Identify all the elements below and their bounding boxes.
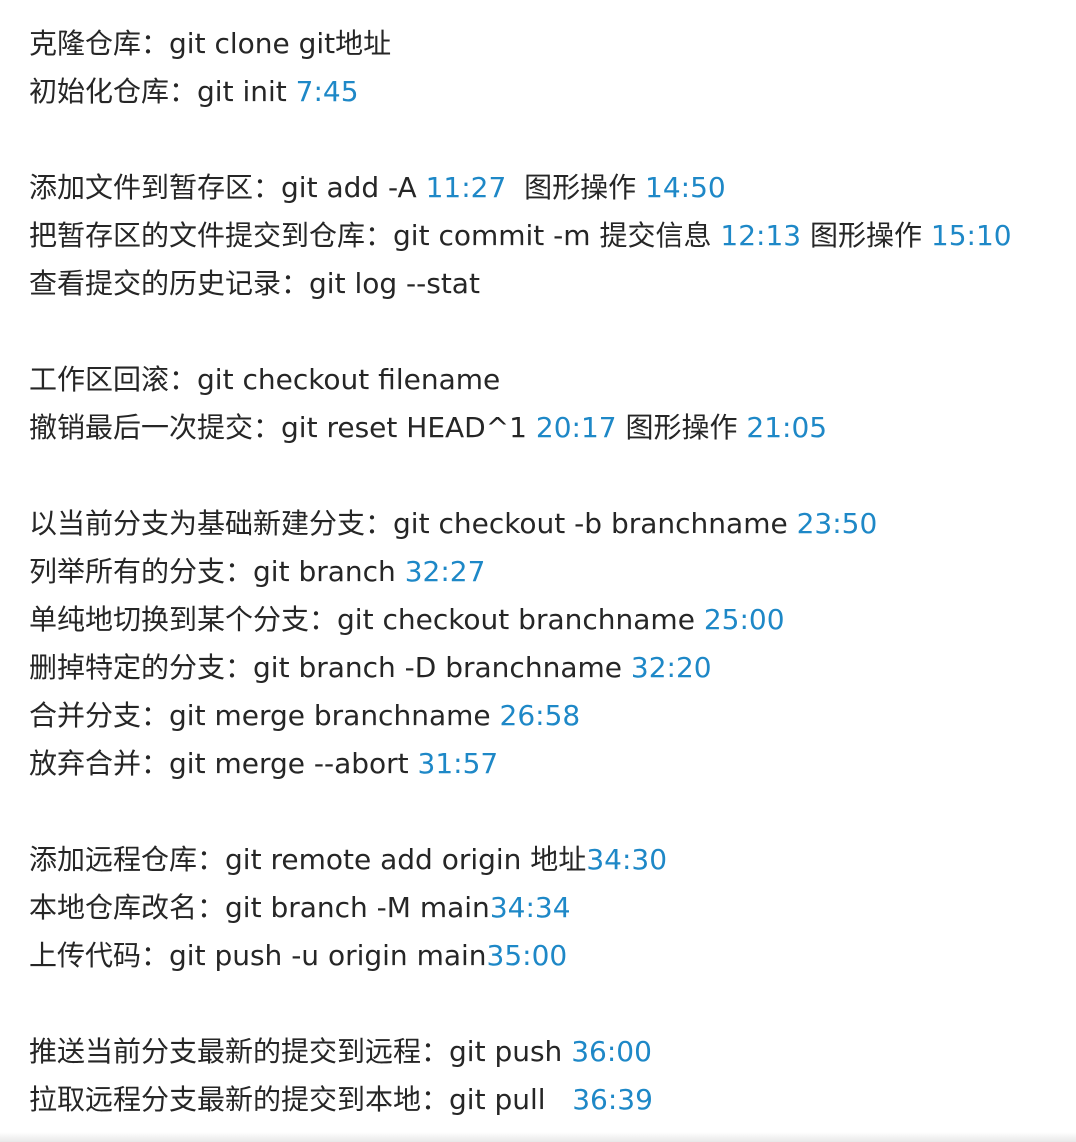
line-label: 工作区回滚： xyxy=(29,363,198,396)
note-line: 列举所有的分支：git branch 32:27 xyxy=(29,548,1069,596)
line-label: 以当前分支为基础新建分支： xyxy=(29,507,394,540)
line-label: 查看提交的历史记录： xyxy=(29,267,310,300)
note-line: 把暂存区的文件提交到仓库：git commit -m 提交信息 12:13 图形… xyxy=(29,212,1069,260)
line-command: git remote add origin 地址 xyxy=(225,843,587,876)
note-line: 查看提交的历史记录：git log --stat xyxy=(29,260,1069,308)
line-label: 添加远程仓库： xyxy=(29,843,226,876)
note-line: 放弃合并：git merge --abort 31:57 xyxy=(29,740,1069,788)
line-command: git clone git地址 xyxy=(169,27,392,60)
note-line: 单纯地切换到某个分支：git checkout branchname 25:00 xyxy=(29,596,1069,644)
note-line: 合并分支：git merge branchname 26:58 xyxy=(29,692,1069,740)
timestamp-link[interactable]: 7:45 xyxy=(296,75,359,108)
note-line: 初始化仓库：git init 7:45 xyxy=(29,68,1069,116)
line-command: git branch -D branchname xyxy=(253,651,631,684)
timestamp-link[interactable]: 32:27 xyxy=(405,555,486,588)
timestamp-link[interactable]: 32:20 xyxy=(631,651,712,684)
note-line: 工作区回滚：git checkout filename xyxy=(29,356,1069,404)
line-label: 初始化仓库： xyxy=(29,75,198,108)
line-command: git commit -m 提交信息 xyxy=(393,219,721,252)
note-line: 推送当前分支最新的提交到远程：git push 36:00 xyxy=(29,1028,1069,1076)
line-label: 删掉特定的分支： xyxy=(29,651,254,684)
timestamp-link[interactable]: 25:00 xyxy=(704,603,785,636)
line-command: git branch -M main xyxy=(225,891,490,924)
line-command: git init xyxy=(197,75,296,108)
timestamp-link[interactable]: 23:50 xyxy=(797,507,878,540)
note-line: 删掉特定的分支：git branch -D branchname 32:20 xyxy=(29,644,1069,692)
line-command: git merge branchname xyxy=(169,699,500,732)
timestamp-link[interactable]: 35:00 xyxy=(487,939,568,972)
line-label: 本地仓库改名： xyxy=(29,891,226,924)
timestamp-link[interactable]: 15:10 xyxy=(931,219,1012,252)
note-line: 撤销最后一次提交：git reset HEAD^1 20:17 图形操作 21:… xyxy=(29,404,1069,452)
note-line: 添加文件到暂存区：git add -A 11:27 图形操作 14:50 xyxy=(29,164,1069,212)
timestamp-link[interactable]: 31:57 xyxy=(418,747,499,780)
git-notes: 克隆仓库：git clone git地址 初始化仓库：git init 7:45… xyxy=(29,20,1069,1124)
timestamp-link[interactable]: 36:00 xyxy=(571,1035,652,1068)
line-label: 推送当前分支最新的提交到远程： xyxy=(29,1035,450,1068)
timestamp-link[interactable]: 26:58 xyxy=(500,699,581,732)
line-command: git add -A xyxy=(281,171,426,204)
line-command: git checkout branchname xyxy=(337,603,704,636)
line-command: git pull xyxy=(449,1083,573,1116)
line-label: 列举所有的分支： xyxy=(29,555,254,588)
line-label: 拉取远程分支最新的提交到本地： xyxy=(29,1083,450,1116)
note-line: 本地仓库改名：git branch -M main34:34 xyxy=(29,884,1069,932)
line-middle-text: 图形操作 xyxy=(801,219,931,252)
line-label: 上传代码： xyxy=(29,939,170,972)
line-command: git log --stat xyxy=(309,267,480,300)
note-line: 克隆仓库：git clone git地址 xyxy=(29,20,1069,68)
line-label: 把暂存区的文件提交到仓库： xyxy=(29,219,394,252)
line-command: git branch xyxy=(253,555,405,588)
timestamp-link[interactable]: 11:27 xyxy=(426,171,507,204)
line-middle-text: 图形操作 xyxy=(616,411,747,444)
line-label: 单纯地切换到某个分支： xyxy=(29,603,338,636)
line-label: 添加文件到暂存区： xyxy=(29,171,282,204)
line-label: 合并分支： xyxy=(29,699,170,732)
timestamp-link[interactable]: 14:50 xyxy=(645,171,726,204)
note-line: 以当前分支为基础新建分支：git checkout -b branchname … xyxy=(29,500,1069,548)
timestamp-link[interactable]: 20:17 xyxy=(536,411,617,444)
line-label: 放弃合并： xyxy=(29,747,170,780)
note-line: 添加远程仓库：git remote add origin 地址34:30 xyxy=(29,836,1069,884)
line-label: 撤销最后一次提交： xyxy=(29,411,282,444)
line-command: git merge --abort xyxy=(169,747,418,780)
line-label: 克隆仓库： xyxy=(29,27,170,60)
timestamp-link[interactable]: 12:13 xyxy=(720,219,801,252)
note-line: 上传代码：git push -u origin main35:00 xyxy=(29,932,1069,980)
timestamp-link[interactable]: 34:30 xyxy=(586,843,667,876)
bottom-edge xyxy=(0,1132,1076,1142)
timestamp-link[interactable]: 21:05 xyxy=(746,411,827,444)
note-line: 拉取远程分支最新的提交到本地：git pull 36:39 xyxy=(29,1076,1069,1124)
line-command: git checkout -b branchname xyxy=(393,507,797,540)
timestamp-link[interactable]: 34:34 xyxy=(490,891,571,924)
line-command: git push -u origin main xyxy=(169,939,487,972)
line-command: git checkout filename xyxy=(197,363,501,396)
line-middle-text: 图形操作 xyxy=(506,171,646,204)
timestamp-link[interactable]: 36:39 xyxy=(572,1083,653,1116)
line-command: git push xyxy=(449,1035,572,1068)
line-command: git reset HEAD^1 xyxy=(281,411,536,444)
